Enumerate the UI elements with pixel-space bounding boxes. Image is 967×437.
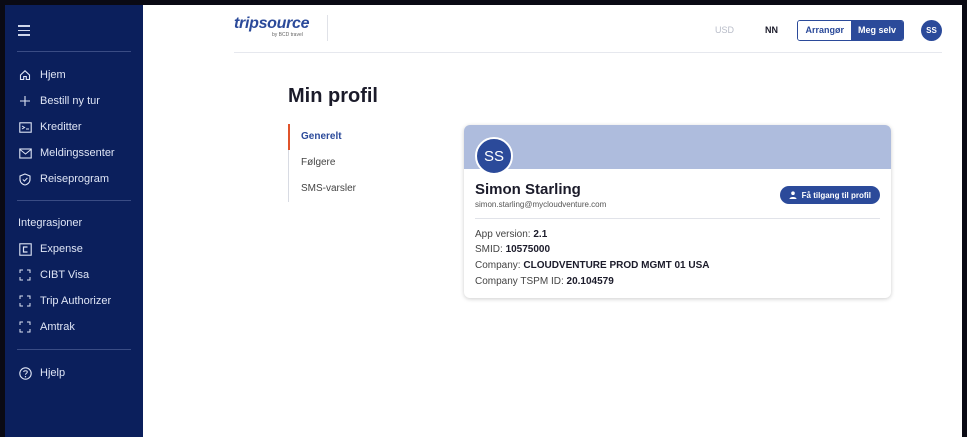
- logo-source-text: source: [258, 15, 310, 32]
- sidebar: Hjem Bestill ny tur Kreditter Meldingsse…: [5, 5, 143, 437]
- sidebar-item-trip-authorizer[interactable]: Trip Authorizer: [18, 293, 111, 309]
- smid-row: SMID: 10575000: [475, 244, 550, 255]
- app-version-row: App version: 2.1: [475, 229, 547, 240]
- sidebar-divider: [17, 51, 131, 52]
- smid-value: 10575000: [505, 244, 551, 255]
- sidebar-item-label: Bestill ny tur: [40, 95, 100, 107]
- sidebar-item-kreditter[interactable]: Kreditter: [18, 119, 82, 135]
- user-avatar[interactable]: SS: [921, 20, 942, 41]
- access-profile-button[interactable]: Få tilgang til profil: [779, 186, 880, 204]
- bracket-icon: [18, 268, 32, 282]
- home-icon: [18, 68, 32, 82]
- logo-trip-text: trip: [234, 15, 259, 32]
- toggle-arranger[interactable]: Arrangør: [798, 21, 851, 40]
- access-profile-label: Få tilgang til profil: [801, 190, 871, 200]
- bracket-icon: [18, 320, 32, 334]
- profile-banner: [464, 125, 891, 169]
- smid-label: SMID:: [475, 244, 506, 255]
- sidebar-item-reiseprogram[interactable]: Reiseprogram: [18, 171, 109, 187]
- main-content: tripsource by BCD travel USD NN Arrangør…: [143, 5, 962, 437]
- sidebar-item-label: Hjem: [40, 69, 66, 81]
- sidebar-item-bestill[interactable]: Bestill ny tur: [18, 93, 100, 109]
- profile-avatar: SS: [475, 137, 513, 175]
- sidebar-item-label: Reiseprogram: [40, 173, 110, 185]
- sidebar-item-meldingssenter[interactable]: Meldingssenter: [18, 145, 115, 161]
- sidebar-item-label: Amtrak: [40, 321, 75, 333]
- top-bar: tripsource by BCD travel USD NN Arrangør…: [234, 5, 942, 53]
- tab-sms-varsler[interactable]: SMS-varsler: [288, 176, 368, 202]
- shield-check-icon: [18, 172, 32, 186]
- sidebar-item-hjem[interactable]: Hjem: [18, 67, 66, 83]
- sidebar-item-label: Trip Authorizer: [40, 295, 112, 307]
- company-row: Company: CLOUDVENTURE PROD MGMT 01 USA: [475, 260, 709, 271]
- credit-icon: [18, 120, 32, 134]
- sidebar-item-label: Meldingssenter: [40, 147, 115, 159]
- tspm-value: 20.104579: [566, 276, 614, 287]
- sidebar-divider: [17, 200, 131, 201]
- sidebar-item-hjelp[interactable]: Hjelp: [18, 365, 65, 381]
- menu-icon[interactable]: [18, 25, 30, 39]
- profile-tabs: Generelt Følgere SMS-varsler: [288, 124, 368, 202]
- app-frame: Hjem Bestill ny tur Kreditter Meldingsse…: [5, 5, 962, 437]
- profile-email: simon.starling@mycloudventure.com: [475, 200, 607, 209]
- mail-icon: [18, 146, 32, 160]
- company-label: Company:: [475, 260, 524, 271]
- expense-icon: [18, 242, 32, 256]
- sidebar-item-expense[interactable]: Expense: [18, 241, 83, 257]
- tspm-label: Company TSPM ID:: [475, 276, 567, 287]
- sidebar-divider: [17, 349, 131, 350]
- profile-card: SS Simon Starling simon.starling@mycloud…: [464, 125, 891, 298]
- help-icon: [18, 366, 32, 380]
- sidebar-item-label: CIBT Visa: [40, 269, 90, 281]
- tab-generelt[interactable]: Generelt: [288, 124, 368, 150]
- tspm-row: Company TSPM ID: 20.104579: [475, 276, 614, 287]
- app-version-value: 2.1: [533, 229, 548, 240]
- profile-name: Simon Starling: [475, 181, 581, 198]
- sidebar-item-label: Expense: [40, 243, 83, 255]
- logo-divider: [327, 15, 328, 41]
- sidebar-item-label: Kreditter: [40, 121, 82, 133]
- tab-folgere[interactable]: Følgere: [288, 150, 368, 176]
- currency-selector[interactable]: USD: [715, 25, 734, 35]
- toggle-meg-selv[interactable]: Meg selv: [850, 21, 903, 40]
- plus-icon: [18, 94, 32, 108]
- sidebar-item-amtrak[interactable]: Amtrak: [18, 319, 75, 335]
- person-icon: [789, 191, 797, 199]
- app-version-label: App version:: [475, 229, 534, 240]
- bracket-icon: [18, 294, 32, 308]
- role-toggle: Arrangør Meg selv: [797, 20, 904, 41]
- card-divider: [475, 218, 880, 219]
- language-selector[interactable]: NN: [765, 25, 778, 35]
- page-title: Min profil: [288, 85, 378, 107]
- sidebar-item-cibt-visa[interactable]: CIBT Visa: [18, 267, 89, 283]
- integrations-heading: Integrasjoner: [18, 217, 83, 229]
- tripsource-logo[interactable]: tripsource by BCD travel: [234, 15, 310, 38]
- sidebar-item-label: Hjelp: [40, 367, 66, 379]
- company-value: CLOUDVENTURE PROD MGMT 01 USA: [523, 260, 710, 271]
